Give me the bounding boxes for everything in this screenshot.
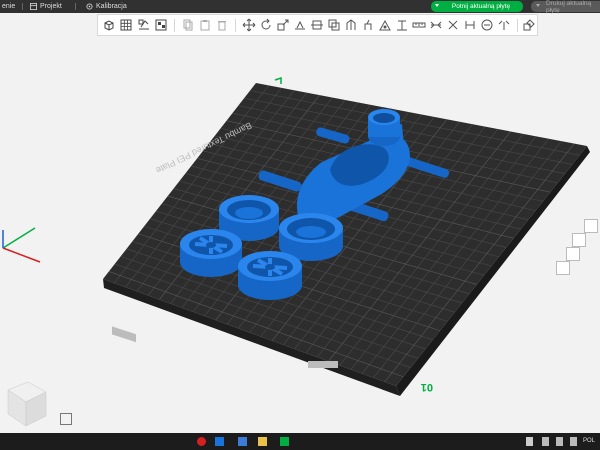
- view-cube[interactable]: [7, 381, 47, 427]
- x-axis-line: [2, 247, 41, 263]
- text-icon[interactable]: [395, 18, 409, 32]
- model-wheel[interactable]: [180, 229, 242, 277]
- plate-scene[interactable]: Bambu Textured PEI Plate 01: [0, 37, 600, 433]
- paste-icon[interactable]: [198, 18, 212, 32]
- cut-icon[interactable]: [310, 18, 324, 32]
- calibration-icon: [86, 3, 93, 10]
- fit-view-icon[interactable]: [60, 413, 72, 425]
- top-menu-bar: enie Projekt Kalibracja Potnij aktualną …: [0, 0, 600, 14]
- scale-icon[interactable]: [276, 18, 290, 32]
- delete-icon[interactable]: [215, 18, 229, 32]
- variable-layer-icon[interactable]: [463, 18, 477, 32]
- measure-icon[interactable]: [412, 18, 426, 32]
- toolbar-separator: [517, 19, 518, 32]
- chevron-up-icon[interactable]: [526, 437, 533, 446]
- side-tool-button[interactable]: [584, 219, 598, 233]
- menu-calibration[interactable]: Kalibracja: [86, 0, 127, 13]
- boolean-icon[interactable]: [327, 18, 341, 32]
- brim-icon[interactable]: [497, 18, 511, 32]
- files-icon[interactable]: [258, 437, 267, 446]
- split-icon[interactable]: [446, 18, 460, 32]
- volume-icon[interactable]: [570, 437, 577, 446]
- object-toolbar: [97, 14, 538, 36]
- menu-separator: [75, 3, 76, 10]
- add-cube-icon[interactable]: [102, 18, 116, 32]
- plate-origin-marker: [274, 76, 282, 84]
- slice-plate-label: Potnij aktualną płytę: [451, 3, 511, 10]
- plate-number: 01: [421, 381, 433, 393]
- seam-paint-icon[interactable]: [361, 18, 375, 32]
- object-view-icon[interactable]: [566, 247, 580, 261]
- bambu-studio-icon[interactable]: [280, 437, 289, 446]
- store-icon[interactable]: [238, 437, 247, 446]
- assembly-icon[interactable]: [429, 18, 443, 32]
- model-tube-hole: [373, 113, 395, 123]
- y-axis-line: [2, 227, 36, 249]
- copy-icon[interactable]: [181, 18, 195, 32]
- language-indicator[interactable]: POL: [583, 437, 595, 446]
- toolbar-separator: [174, 19, 175, 32]
- layer-view-icon[interactable]: [572, 233, 586, 247]
- menu-calibration-label: Kalibracja: [96, 3, 127, 10]
- os-taskbar: POL: [0, 433, 600, 450]
- arrange-icon[interactable]: [154, 18, 168, 32]
- print-plate-button[interactable]: Drukuj aktualną płytę: [531, 0, 600, 14]
- move-icon[interactable]: [242, 18, 256, 32]
- menu-project-label: Projekt: [40, 3, 62, 10]
- auto-orient-icon[interactable]: [137, 18, 151, 32]
- emboss-icon[interactable]: [480, 18, 494, 32]
- slice-plate-button[interactable]: Potnij aktualną płytę: [431, 1, 523, 12]
- menu-separator: [22, 3, 23, 10]
- plate-tag: [308, 361, 338, 368]
- menu-project[interactable]: Projekt: [30, 0, 62, 13]
- 3d-viewport[interactable]: Bambu Textured PEI Plate 01: [0, 37, 600, 433]
- plate-tag: [112, 326, 136, 343]
- color-paint-icon[interactable]: [378, 18, 392, 32]
- battery-icon[interactable]: [556, 437, 563, 446]
- object-settings-icon[interactable]: [522, 18, 536, 32]
- network-icon[interactable]: [542, 437, 549, 446]
- support-paint-icon[interactable]: [344, 18, 358, 32]
- toolbar-separator: [235, 19, 236, 32]
- model-wheel[interactable]: [238, 251, 302, 300]
- chevron-down-icon: [536, 4, 540, 7]
- settings-view-icon[interactable]: [556, 261, 570, 275]
- opera-icon[interactable]: [197, 437, 206, 446]
- project-icon: [30, 3, 37, 10]
- rotate-icon[interactable]: [259, 18, 273, 32]
- lay-on-face-icon[interactable]: [293, 18, 307, 32]
- edge-icon[interactable]: [215, 437, 224, 446]
- chevron-down-icon: [435, 4, 439, 7]
- menu-file-label: enie: [2, 3, 16, 10]
- print-plate-label: Drukuj aktualną płytę: [546, 0, 592, 14]
- menu-file[interactable]: enie: [2, 0, 15, 13]
- grid-icon[interactable]: [119, 18, 133, 32]
